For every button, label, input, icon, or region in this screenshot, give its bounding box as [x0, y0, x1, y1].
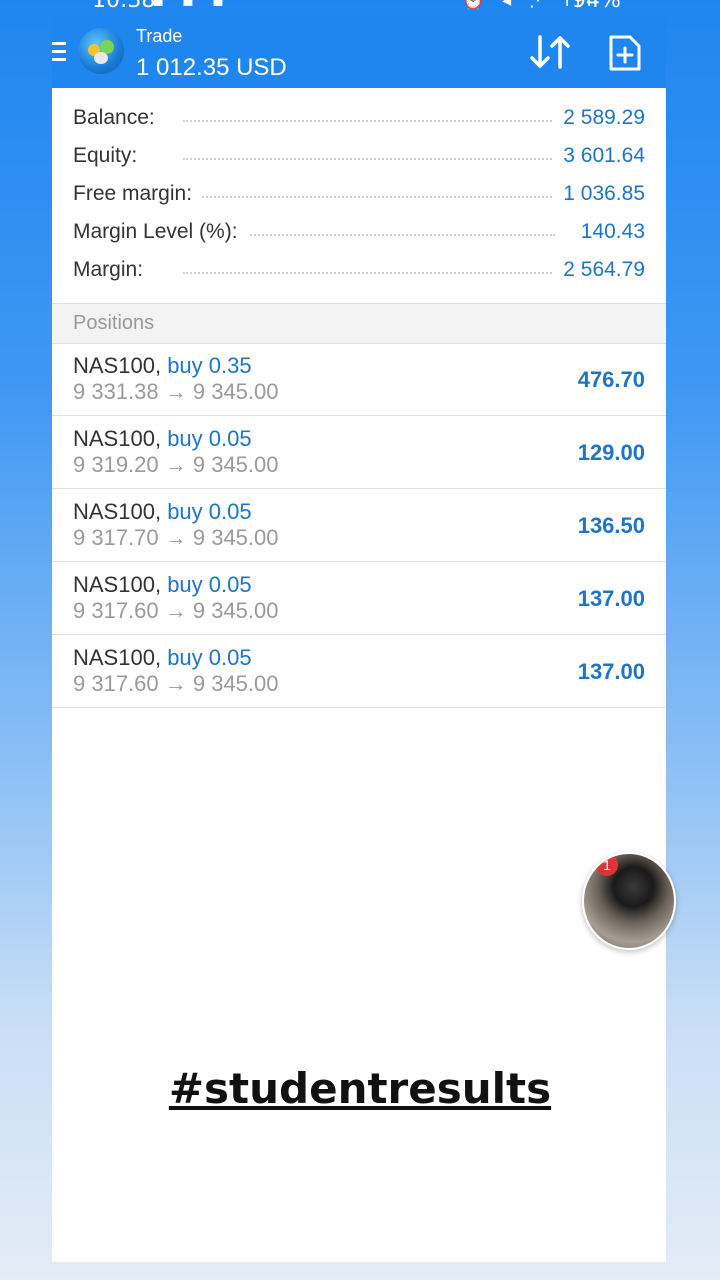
position-side: buy 0.35: [167, 353, 252, 378]
position-profit: 136.50: [577, 513, 645, 538]
position-profit: 129.00: [577, 440, 645, 465]
summary-value: 1 036.85: [553, 182, 645, 206]
position-symbol: NAS100,: [73, 645, 162, 670]
position-row[interactable]: NAS100, buy 0.05 9 317.70 → 9 345.00 136…: [52, 489, 666, 562]
app-title: Trade: [136, 26, 183, 46]
position-prices: 9 317.60 → 9 345.00: [73, 671, 279, 696]
position-side: buy 0.05: [167, 426, 252, 451]
summary-label: Margin Level (%):: [73, 220, 248, 244]
summary-row-margin-level: Margin Level (%): 140.43: [73, 214, 645, 252]
position-prices: 9 317.60 → 9 345.00: [73, 598, 279, 623]
position-symbol: NAS100,: [73, 353, 162, 378]
app-logo-icon: [78, 28, 124, 74]
position-symbol: NAS100,: [73, 572, 162, 597]
summary-row-equity: Equity: 3 601.64: [73, 138, 645, 176]
summary-row-margin: Margin: 2 564.79: [73, 252, 645, 290]
chat-head-bubble[interactable]: 1: [582, 852, 676, 950]
summary-label: Balance:: [73, 106, 165, 130]
position-row[interactable]: NAS100, buy 0.05 9 317.60 → 9 345.00 137…: [52, 562, 666, 635]
position-prices: 9 331.38 → 9 345.00: [73, 379, 279, 404]
account-summary: Balance: 2 589.29 Equity: 3 601.64 Free …: [52, 88, 666, 303]
position-symbol: NAS100,: [73, 499, 162, 524]
menu-icon[interactable]: [52, 42, 66, 62]
battery-level: 94%: [572, 0, 621, 13]
summary-value: 140.43: [570, 220, 645, 244]
hashtag-caption: #studentresults: [168, 1064, 552, 1113]
summary-value: 3 601.64: [553, 144, 645, 168]
position-side: buy 0.05: [167, 645, 252, 670]
notification-badge: 1: [596, 854, 618, 876]
position-row[interactable]: NAS100, buy 0.35 9 331.38 → 9 345.00 476…: [52, 343, 666, 416]
new-order-icon[interactable]: [608, 34, 642, 72]
position-row[interactable]: NAS100, buy 0.05 9 317.60 → 9 345.00 137…: [52, 635, 666, 708]
status-bar: 10:38 ▪ ▪ ▪ ˅ ⏰ ◂ ⋰ ıll 94%: [0, 0, 720, 13]
position-row[interactable]: NAS100, buy 0.05 9 319.20 → 9 345.00 129…: [52, 416, 666, 489]
position-side: buy 0.05: [167, 499, 252, 524]
position-profit: 137.00: [577, 659, 645, 684]
position-profit: 476.70: [577, 367, 645, 392]
notification-icons: ▪ ▪ ▪ ˅: [152, 0, 257, 11]
positions-list: NAS100, buy 0.35 9 331.38 → 9 345.00 476…: [52, 343, 666, 708]
summary-label: Free margin:: [73, 182, 203, 206]
position-profit: 137.00: [577, 586, 645, 611]
position-symbol: NAS100,: [73, 426, 162, 451]
summary-row-balance: Balance: 2 589.29: [73, 100, 645, 138]
summary-label: Margin:: [73, 258, 154, 282]
position-side: buy 0.05: [167, 572, 252, 597]
position-prices: 9 317.70 → 9 345.00: [73, 525, 279, 550]
summary-value: 2 589.29: [553, 106, 645, 130]
header-balance: 1 012.35 USD: [136, 54, 287, 81]
app-bar: Trade 1 012.35 USD: [52, 16, 666, 88]
positions-section-header: Positions: [52, 303, 666, 344]
section-title: Positions: [73, 312, 155, 334]
position-prices: 9 319.20 → 9 345.00: [73, 452, 279, 477]
summary-value: 2 564.79: [553, 258, 645, 282]
summary-label: Equity:: [73, 144, 148, 168]
sort-icon[interactable]: [528, 34, 572, 70]
summary-row-free-margin: Free margin: 1 036.85: [73, 176, 645, 214]
status-time: 10:38: [92, 0, 156, 13]
